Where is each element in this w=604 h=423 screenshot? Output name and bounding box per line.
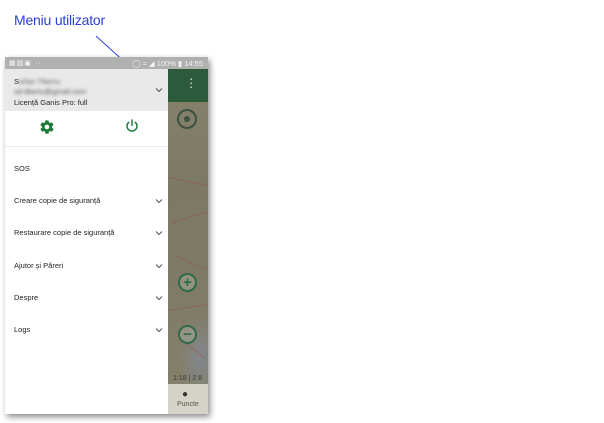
zoom-in-button[interactable]: + [178, 273, 197, 292]
menu-item-despre[interactable]: Despre [5, 287, 168, 309]
menu-item-label: Despre [14, 292, 39, 302]
battery-icon: ▮ [177, 58, 183, 68]
chevron-down-icon[interactable] [155, 86, 163, 94]
map-toolbar [168, 68, 208, 102]
menu-item-label: Restaurare copie de siguranță [14, 228, 115, 238]
chevron-down-icon [155, 328, 163, 333]
menu-item-label: Logs [14, 325, 31, 334]
locate-icon[interactable] [177, 109, 197, 129]
alarm-icon: ◯ [132, 58, 141, 68]
notification-icons: ▦▨▣ ··· [9, 60, 45, 67]
account-email: sd.tiberiu@gmail.com [14, 87, 87, 96]
chevron-down-icon [155, 263, 163, 268]
drawer-actions [5, 111, 168, 147]
gear-icon[interactable] [39, 119, 55, 135]
signal-icon: ◢ [148, 58, 155, 68]
account-license: Licență Ganis Pro: full [14, 98, 88, 107]
status-right: ◯ ≈ ◢ 100% ▮ 14:55 [132, 59, 203, 68]
menu-item-ajutor-i-p-reri[interactable]: Ajutor și Păreri [5, 255, 168, 277]
wifi-icon: ≈ [142, 58, 147, 68]
account-name: Stefan Tiberiu [14, 77, 61, 86]
menu-item-creare-copie-de-siguran[interactable]: Creare copie de siguranță [5, 190, 168, 212]
chevron-down-icon [155, 231, 163, 236]
menu-item-label: Ajutor și Păreri [14, 260, 64, 270]
chevron-down-icon [155, 199, 163, 204]
battery-percent: 100% [156, 58, 176, 68]
power-icon[interactable] [124, 118, 140, 134]
chevron-down-icon [155, 295, 163, 301]
menu-item-label: SOS [14, 164, 30, 173]
phone-screen: · · · + − 1:18 | 2 8 ● Puncte ▦▨▣ ··· ◯ ≈ … [5, 57, 208, 414]
navigation-drawer: Stefan Tiberiu sd.tiberiu@gmail.com Lice… [5, 69, 168, 414]
menu-item-restaurare-copie-de-siguran[interactable]: Restaurare copie de siguranță [5, 222, 168, 244]
callout-label: Meniu utilizator [14, 12, 105, 28]
map-pin-icon[interactable]: ● [182, 389, 188, 400]
map-scale: 1:18 | 2 8 [173, 375, 203, 382]
map-bottom-label[interactable]: Puncte [177, 401, 199, 408]
menu-item-label: Creare copie de siguranță [14, 196, 101, 206]
status-bar: ▦▨▣ ··· ◯ ≈ ◢ 100% ▮ 14:55 [5, 57, 208, 69]
menu-item-sos[interactable]: SOS [5, 158, 168, 180]
clock: 14:55 [184, 58, 203, 68]
menu-item-logs[interactable]: Logs [5, 319, 168, 341]
account-header[interactable]: Stefan Tiberiu sd.tiberiu@gmail.com Lice… [5, 69, 168, 111]
overflow-menu-icon[interactable]: · · · [189, 72, 193, 93]
zoom-out-button[interactable]: − [178, 325, 197, 344]
